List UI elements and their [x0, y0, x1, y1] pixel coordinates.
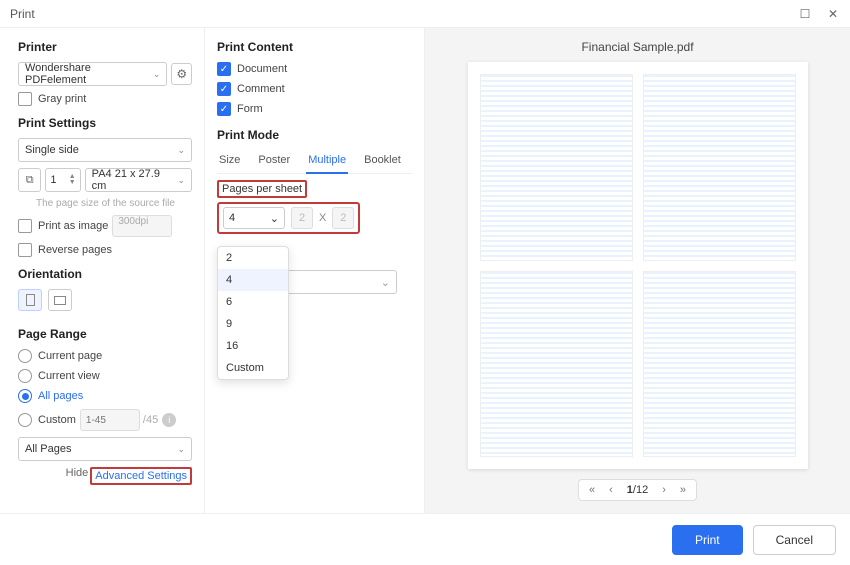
- reverse-pages-label: Reverse pages: [38, 244, 112, 256]
- pager-prev-icon[interactable]: ‹: [609, 484, 613, 496]
- copies-value: 1: [50, 174, 56, 186]
- custom-range-total: /45: [143, 414, 158, 426]
- stepper-arrows-icon[interactable]: ▲▼: [69, 174, 76, 186]
- pages-per-sheet-label: Pages per sheet: [217, 180, 307, 198]
- custom-range-input[interactable]: [80, 409, 140, 431]
- pager-page: 1/12: [627, 484, 648, 496]
- orientation-heading: Orientation: [18, 267, 192, 281]
- preview-thumb: [480, 74, 633, 261]
- orientation-landscape[interactable]: [48, 289, 72, 311]
- all-pages-radio[interactable]: [18, 389, 32, 403]
- preview-thumb: [480, 271, 633, 458]
- print-mode-heading: Print Mode: [217, 128, 412, 142]
- form-label: Form: [237, 103, 263, 115]
- pager-next-icon[interactable]: ›: [662, 484, 666, 496]
- chevron-down-icon: ⌄: [381, 276, 390, 289]
- page-filter-select[interactable]: All Pages ⌄: [18, 437, 192, 461]
- preview-sheet: [468, 62, 808, 469]
- dpi-input[interactable]: 300dpi: [112, 215, 172, 237]
- chevron-down-icon: ⌄: [270, 212, 279, 225]
- printer-heading: Printer: [18, 40, 192, 54]
- middle-panel: Print Content ✓ Document ✓ Comment ✓ Form P…: [205, 28, 425, 513]
- tab-booklet[interactable]: Booklet: [362, 150, 403, 173]
- advanced-settings-link[interactable]: Advanced Settings: [90, 467, 192, 485]
- print-as-image-label: Print as image: [38, 220, 108, 232]
- printer-select[interactable]: Wondershare PDFelement ⌄: [18, 62, 167, 86]
- all-pages-label: All pages: [38, 390, 83, 402]
- pps-value: 4: [229, 212, 235, 224]
- close-icon[interactable]: ✕: [826, 7, 840, 21]
- window-title: Print: [10, 7, 35, 21]
- pager-total: /12: [633, 484, 648, 496]
- current-page-label: Current page: [38, 350, 102, 362]
- document-checkbox[interactable]: ✓: [217, 62, 231, 76]
- help-icon[interactable]: i: [162, 413, 176, 427]
- pps-option-2[interactable]: 2: [218, 247, 288, 269]
- pps-option-custom[interactable]: Custom: [218, 357, 288, 379]
- comment-label: Comment: [237, 83, 285, 95]
- chevron-down-icon: ⌄: [177, 175, 185, 186]
- hide-link[interactable]: Hide: [66, 467, 89, 485]
- print-as-image-checkbox[interactable]: [18, 219, 32, 233]
- page-filter-value: All Pages: [25, 443, 71, 455]
- pps-cols-input[interactable]: 2: [291, 207, 313, 229]
- main-area: Printer Wondershare PDFelement ⌄ ⚙ Gray …: [0, 28, 850, 513]
- document-label: Document: [237, 63, 287, 75]
- pps-rows-input[interactable]: 2: [332, 207, 354, 229]
- pager-first-icon[interactable]: «: [589, 484, 595, 496]
- paper-value: PA4 21 x 27.9 cm: [92, 168, 178, 192]
- titlebar: Print ☐ ✕: [0, 0, 850, 28]
- printer-settings-icon[interactable]: ⚙: [171, 63, 192, 85]
- print-settings-heading: Print Settings: [18, 116, 192, 130]
- current-view-radio[interactable]: [18, 369, 32, 383]
- pager-last-icon[interactable]: »: [680, 484, 686, 496]
- preview-filename: Financial Sample.pdf: [581, 40, 693, 54]
- preview-thumb: [643, 74, 796, 261]
- pps-option-4[interactable]: 4: [218, 269, 288, 291]
- chevron-down-icon: ⌄: [153, 69, 161, 80]
- advanced-row: Hide Advanced Settings: [18, 467, 192, 485]
- x-label: X: [319, 212, 326, 224]
- printer-select-value: Wondershare PDFelement: [25, 62, 153, 86]
- orientation-portrait[interactable]: [18, 289, 42, 311]
- preview-panel: Financial Sample.pdf « ‹ 1/12 › »: [425, 28, 850, 513]
- pages-per-sheet-select[interactable]: 4 ⌄: [223, 207, 285, 229]
- paper-select[interactable]: PA4 21 x 27.9 cm ⌄: [85, 168, 192, 192]
- tab-size[interactable]: Size: [217, 150, 242, 173]
- gray-print-label: Gray print: [38, 93, 86, 105]
- tab-poster[interactable]: Poster: [256, 150, 292, 173]
- sides-select[interactable]: Single side ⌄: [18, 138, 192, 162]
- pps-option-16[interactable]: 16: [218, 335, 288, 357]
- print-button[interactable]: Print: [672, 525, 743, 555]
- tab-multiple[interactable]: Multiple: [306, 150, 348, 174]
- chevron-down-icon: ⌄: [177, 444, 185, 455]
- page-range-heading: Page Range: [18, 327, 192, 341]
- pps-dropdown: 2 4 6 9 16 Custom: [217, 246, 289, 380]
- copies-stepper[interactable]: 1 ▲▼: [45, 168, 80, 192]
- comment-checkbox[interactable]: ✓: [217, 82, 231, 96]
- reverse-pages-checkbox[interactable]: [18, 243, 32, 257]
- current-page-radio[interactable]: [18, 349, 32, 363]
- preview-thumb: [643, 271, 796, 458]
- gray-print-checkbox[interactable]: [18, 92, 32, 106]
- mode-tabs: Size Poster Multiple Booklet: [217, 150, 412, 174]
- left-panel: Printer Wondershare PDFelement ⌄ ⚙ Gray …: [0, 28, 205, 513]
- pages-per-sheet-row: 4 ⌄ 2 X 2: [217, 202, 360, 234]
- custom-range-label: Custom: [38, 414, 76, 426]
- print-content-heading: Print Content: [217, 40, 412, 54]
- pps-option-6[interactable]: 6: [218, 291, 288, 313]
- cancel-button[interactable]: Cancel: [753, 525, 836, 555]
- current-view-label: Current view: [38, 370, 100, 382]
- pps-option-9[interactable]: 9: [218, 313, 288, 335]
- chevron-down-icon: ⌄: [177, 145, 185, 156]
- sides-value: Single side: [25, 144, 79, 156]
- source-size-hint: The page size of the source file: [36, 198, 192, 209]
- form-checkbox[interactable]: ✓: [217, 102, 231, 116]
- preview-pager: « ‹ 1/12 › »: [578, 479, 697, 501]
- window-controls: ☐ ✕: [798, 7, 840, 21]
- dialog-footer: Print Cancel: [0, 513, 850, 565]
- maximize-icon[interactable]: ☐: [798, 7, 812, 21]
- custom-range-radio[interactable]: [18, 413, 32, 427]
- copies-icon[interactable]: ⧉: [18, 168, 41, 192]
